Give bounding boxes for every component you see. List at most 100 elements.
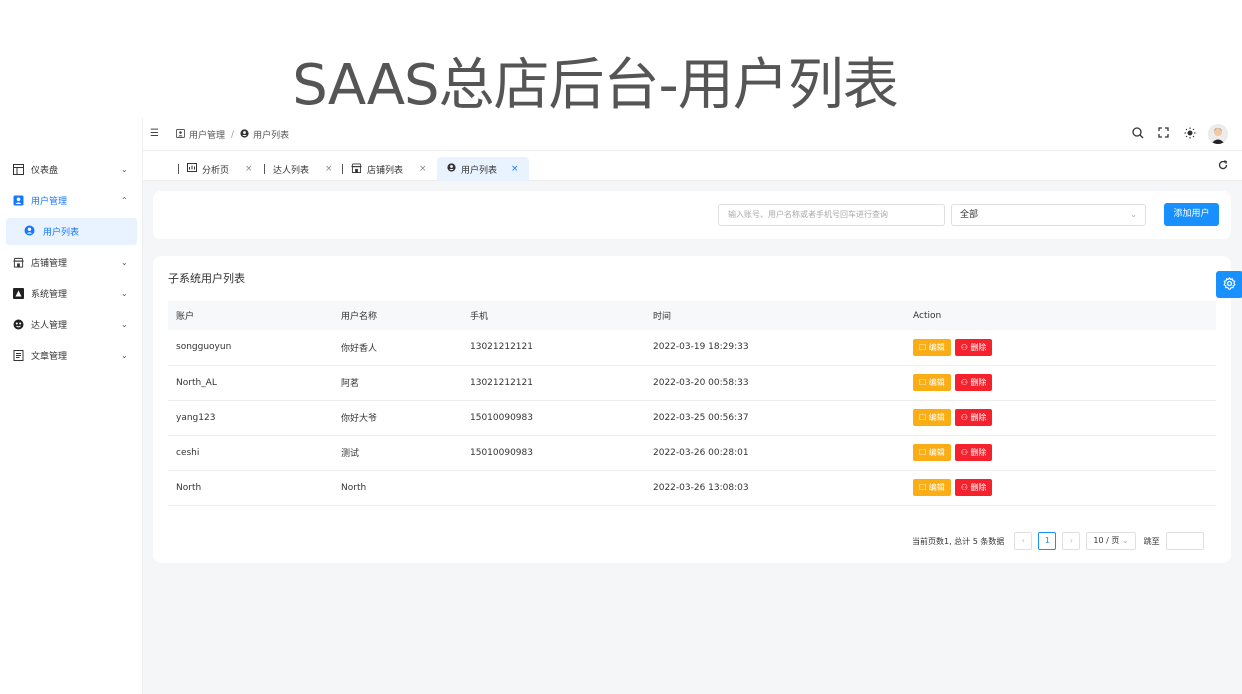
cell-time: 2022-03-25 00:56:37 [653, 400, 913, 436]
cell-account: yang123 [168, 400, 341, 436]
sidebar-item-system-management[interactable]: 系统管理 ⌄ [0, 280, 143, 306]
sidebar-item-label: 仪表盘 [31, 165, 59, 176]
sidebar-item-article-management[interactable]: 文章管理 ⌄ [0, 342, 143, 368]
cell-actions: ☐ 编辑 ⚇ 删除 [913, 365, 1216, 401]
sidebar-item-label: 用户管理 [31, 196, 68, 207]
chevron-up-icon: ⌃ [121, 195, 128, 205]
dashboard-icon [13, 163, 24, 175]
refresh-icon[interactable] [1218, 160, 1228, 173]
tab-user-list[interactable]: 用户列表 × [437, 157, 529, 181]
sidebar-subitem-user-list[interactable]: 用户列表 [6, 218, 137, 245]
pagination-summary: 当前页数1, 总计 5 条数据 [912, 536, 1005, 546]
chart-icon [187, 163, 197, 175]
tab-store-list[interactable]: 店铺列表 × [342, 157, 427, 181]
jump-label: 跳至 [1143, 536, 1160, 546]
influencer-icon [13, 319, 24, 330]
delete-button[interactable]: ⚇ 删除 [954, 479, 993, 496]
close-icon[interactable]: × [245, 164, 253, 174]
cell-phone [470, 470, 653, 506]
cell-name: 你好大爷 [341, 400, 470, 436]
app-window: 仪表盘 ⌄ 用户管理 ⌃ 用户列表 店铺管理 ⌄ 系统管理 ⌄ 达人管理 ⌄ 文… [0, 118, 1242, 694]
sidebar: 仪表盘 ⌄ 用户管理 ⌃ 用户列表 店铺管理 ⌄ 系统管理 ⌄ 达人管理 ⌄ 文… [0, 118, 143, 694]
sidebar-item-label: 达人管理 [31, 320, 68, 331]
breadcrumb-parent[interactable]: 用户管理 [189, 128, 225, 141]
header-actions [1132, 124, 1242, 146]
delete-button[interactable]: ⚇ 删除 [954, 374, 993, 391]
column-header: Action [913, 301, 1216, 330]
edit-button[interactable]: ☐ 编辑 [913, 479, 951, 496]
system-icon [13, 287, 24, 299]
page-size-select[interactable]: 10 / 页 ⌄ [1086, 532, 1136, 550]
chevron-down-icon: ⌄ [1130, 210, 1137, 219]
delete-button[interactable]: ⚇ 删除 [954, 409, 993, 426]
column-header: 时间 [653, 301, 913, 330]
settings-button[interactable] [1216, 271, 1242, 298]
menu-collapse-icon[interactable]: ☰ [150, 128, 159, 139]
page-number-button[interactable]: 1 [1038, 532, 1057, 550]
delete-user-icon: ⚇ [960, 342, 971, 352]
table-row: yang123 你好大爷 15010090983 2022-03-25 00:5… [168, 400, 1216, 436]
cell-phone: 13021212121 [470, 365, 653, 401]
cell-actions: ☐ 编辑 ⚇ 删除 [913, 470, 1216, 506]
next-page-button[interactable]: › [1062, 532, 1081, 550]
close-icon[interactable]: × [325, 164, 333, 174]
main-content: 输入账号、用户名称或者手机号回车进行查询 全部 ⌄ 添加用户 子系统用户列表 账… [143, 181, 1242, 694]
cell-name: North [341, 470, 470, 506]
card-title: 子系统用户列表 [168, 272, 245, 285]
status-select[interactable]: 全部 ⌄ [951, 204, 1146, 226]
edit-button[interactable]: ☐ 编辑 [913, 409, 951, 426]
chevron-down-icon: ⌄ [1121, 536, 1129, 545]
page-jump-input[interactable] [1165, 532, 1204, 550]
tab-analysis[interactable]: 分析页 × [178, 157, 253, 181]
user-circle-icon [447, 163, 456, 175]
user-table: 账户 用户名称 手机 时间 Action songguoyun 你好香人 130… [168, 301, 1216, 506]
breadcrumb-user-icon [176, 128, 185, 141]
sidebar-item-store-management[interactable]: 店铺管理 ⌄ [0, 249, 143, 275]
search-icon[interactable] [1132, 127, 1144, 142]
fullscreen-icon[interactable] [1158, 127, 1169, 141]
table-row: ceshi 测试 15010090983 2022-03-26 00:28:01… [168, 435, 1216, 471]
top-bar: ☰ 用户管理 / 用户列表 [143, 118, 1242, 151]
cell-account: songguoyun [168, 330, 341, 366]
delete-user-icon: ⚇ [960, 448, 971, 457]
close-icon[interactable]: × [419, 164, 427, 174]
table-row: North_AL 阿茗 13021212121 2022-03-20 00:58… [168, 365, 1216, 401]
column-header: 手机 [470, 301, 653, 330]
edit-icon: ☐ [919, 342, 929, 352]
cell-account: ceshi [168, 435, 341, 471]
close-icon[interactable]: × [511, 164, 519, 174]
chevron-down-icon: ⌄ [121, 350, 128, 360]
delete-button[interactable]: ⚇ 删除 [954, 444, 993, 461]
avatar[interactable] [1208, 124, 1228, 144]
cell-time: 2022-03-20 00:58:33 [653, 365, 913, 401]
edit-button[interactable]: ☐ 编辑 [913, 444, 951, 461]
sidebar-item-user-management[interactable]: 用户管理 ⌃ [0, 187, 143, 213]
user-card-icon [13, 195, 24, 206]
search-input[interactable]: 输入账号、用户名称或者手机号回车进行查询 [718, 204, 945, 226]
article-icon [13, 349, 24, 361]
tab-influencer-list[interactable]: 达人列表 × [264, 157, 333, 181]
edit-icon: ☐ [919, 483, 929, 492]
tab-label: 店铺列表 [367, 165, 404, 176]
edit-icon: ☐ [919, 448, 929, 457]
edit-icon: ☐ [919, 413, 929, 422]
delete-button[interactable]: ⚇ 删除 [954, 338, 993, 356]
page-banner: SAAS总店后台-用户列表 [0, 0, 1242, 118]
prev-page-button[interactable]: ‹ [1014, 532, 1033, 550]
table-row: songguoyun 你好香人 13021212121 2022-03-19 1… [168, 330, 1216, 366]
edit-icon: ☐ [919, 378, 929, 387]
delete-user-icon: ⚇ [960, 378, 971, 387]
edit-button[interactable]: ☐ 编辑 [913, 374, 951, 391]
chevron-down-icon: ⌄ [121, 164, 128, 174]
sidebar-item-dashboard[interactable]: 仪表盘 ⌄ [0, 156, 143, 182]
sidebar-item-influencer-management[interactable]: 达人管理 ⌄ [0, 311, 143, 337]
edit-button[interactable]: ☐ 编辑 [913, 338, 951, 356]
sidebar-item-label: 系统管理 [31, 289, 68, 300]
add-user-button[interactable]: 添加用户 [1164, 203, 1219, 226]
breadcrumb-current-icon [240, 128, 249, 141]
tab-label: 用户列表 [461, 165, 498, 176]
store-icon [351, 162, 362, 176]
pagination: 当前页数1, 总计 5 条数据 ‹ 1 › 10 / 页 ⌄ 跳至 [912, 532, 1204, 550]
theme-toggle-icon[interactable] [1184, 127, 1196, 142]
cell-account: North_AL [168, 365, 341, 401]
